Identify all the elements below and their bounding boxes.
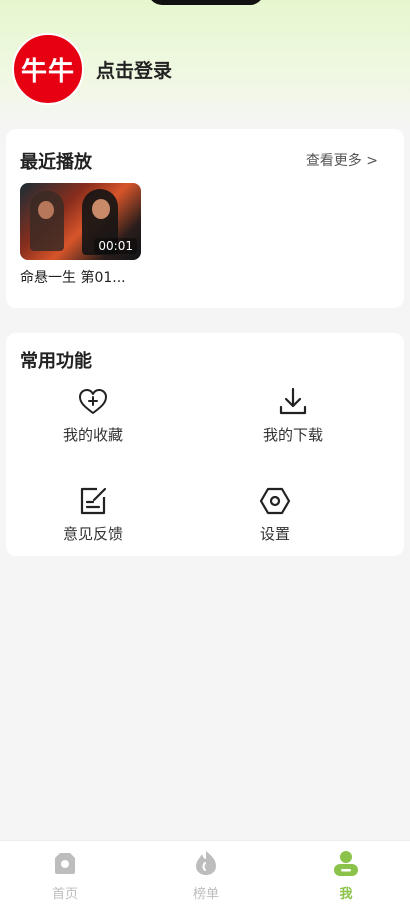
view-more-link[interactable]: 查看更多 > — [306, 150, 378, 170]
settings-button[interactable]: 设置 — [205, 485, 345, 544]
recent-video-title[interactable]: 命悬一生 第01... — [20, 267, 126, 287]
tab-me-label: 我 — [339, 887, 353, 902]
poster-figure-left — [30, 191, 64, 251]
feedback-icon — [80, 487, 107, 515]
avatar-text: 牛牛 — [20, 56, 75, 87]
tab-home[interactable]: 首页 — [25, 849, 105, 902]
settings-label: 设置 — [259, 525, 290, 543]
feedback-label: 意见反馈 — [62, 525, 123, 543]
download-icon — [279, 387, 307, 415]
poster-face-left — [38, 201, 54, 219]
downloads-button[interactable]: 我的下载 — [223, 386, 363, 445]
home-icon — [55, 853, 75, 874]
recent-playback-title: 最近播放 — [20, 152, 92, 173]
bottom-tab-bar: 首页 榜单 我 — [0, 840, 410, 905]
user-icon — [334, 851, 358, 876]
login-link[interactable]: 点击登录 — [96, 56, 172, 83]
recent-playback-card: 最近播放 查看更多 > 00:01 命悬一生 第01... — [6, 129, 404, 308]
flame-icon — [196, 851, 216, 875]
feedback-button[interactable]: 意见反馈 — [23, 485, 163, 544]
tab-me[interactable]: 我 — [306, 849, 386, 902]
common-functions-card: 常用功能 我的收藏 我的下载 意见反馈 设置 — [6, 333, 404, 556]
favorites-button[interactable]: 我的收藏 — [23, 386, 163, 445]
heart-plus-icon — [79, 389, 107, 414]
video-duration: 00:01 — [94, 238, 137, 254]
downloads-label: 我的下载 — [262, 426, 323, 444]
hexagon-settings-icon — [259, 487, 291, 515]
tab-charts-label: 榜单 — [192, 887, 219, 902]
camera-notch — [148, 0, 264, 5]
poster-face-right — [92, 199, 110, 219]
common-functions-title: 常用功能 — [20, 351, 92, 372]
recent-video-thumbnail[interactable]: 00:01 — [20, 183, 141, 260]
favorites-label: 我的收藏 — [62, 426, 123, 444]
tab-charts[interactable]: 榜单 — [166, 849, 246, 902]
avatar[interactable]: 牛牛 — [12, 33, 84, 105]
tab-home-label: 首页 — [51, 887, 78, 902]
